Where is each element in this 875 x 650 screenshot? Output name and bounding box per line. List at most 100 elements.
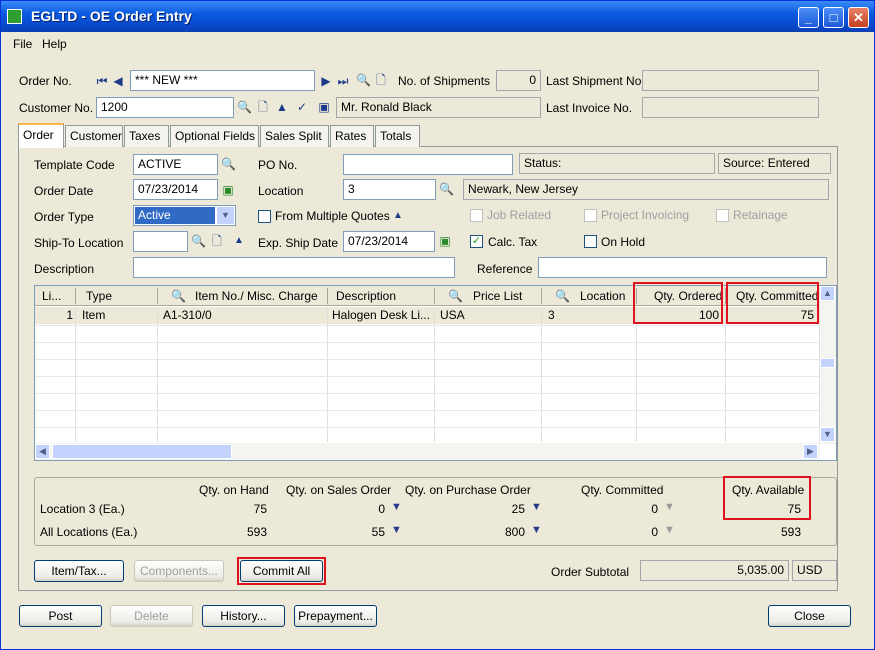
check-credit-icon[interactable]: ✓ (295, 100, 309, 114)
tab-totals[interactable]: Totals (375, 125, 420, 147)
job-related-label: Job Related (487, 208, 552, 222)
job-related-checkbox[interactable] (470, 209, 483, 222)
maximize-button[interactable]: □ (823, 7, 844, 28)
menu-help[interactable]: Help (42, 37, 67, 51)
col-location[interactable]: Location (580, 289, 625, 303)
hscroll-thumb[interactable] (52, 444, 232, 459)
customer-no-input[interactable]: 1200 (96, 97, 234, 118)
menu-bar: File Help (1, 33, 874, 55)
location-input[interactable]: 3 (343, 179, 436, 200)
calc-tax-checkbox[interactable]: ✓ (470, 235, 483, 248)
scroll-down-icon[interactable]: ▼ (820, 427, 835, 442)
scroll-right-icon[interactable]: ▶ (803, 444, 818, 459)
all-on-po: 800 (504, 525, 525, 539)
scroll-thumb[interactable] (820, 358, 835, 368)
customer-name: Mr. Ronald Black (336, 97, 541, 118)
col-line[interactable]: Li... (42, 289, 61, 303)
po-input[interactable] (343, 154, 513, 175)
delete-button[interactable]: Delete (110, 605, 193, 627)
cell-item: A1-310/0 (163, 308, 212, 322)
ship-to-search-icon[interactable]: 🔍 (191, 234, 206, 248)
tab-customer[interactable]: Customer (65, 125, 123, 147)
reference-input[interactable] (538, 257, 827, 278)
source-field: Source: Entered (718, 153, 831, 174)
first-record-icon[interactable]: ⏮ (95, 74, 109, 88)
description-input[interactable] (133, 257, 455, 278)
last-shipment-label: Last Shipment No. (546, 74, 645, 88)
next-record-icon[interactable]: ▶ (319, 74, 333, 88)
col-price-list[interactable]: Price List (473, 289, 522, 303)
highlight-qty-committed (726, 282, 819, 324)
ship-to-label: Ship-To Location (34, 236, 124, 250)
order-date-input[interactable]: 07/23/2014 (133, 179, 218, 200)
project-invoicing-checkbox[interactable] (584, 209, 597, 222)
expand-up-icon[interactable]: ▲ (391, 209, 405, 223)
drilldown-icon[interactable]: ▼ (391, 524, 402, 536)
menu-file[interactable]: File (13, 37, 32, 51)
all-locations-label: All Locations (Ea.) (40, 525, 138, 539)
customer-new-icon[interactable]: 🗋 (256, 100, 270, 114)
grid-horizontal-scrollbar[interactable]: ◀ ▶ (35, 443, 820, 460)
ship-to-zoom-icon[interactable]: ▲ (232, 234, 246, 248)
highlight-qty-available (723, 476, 811, 520)
on-hold-checkbox[interactable] (584, 235, 597, 248)
prepayment-button[interactable]: Prepayment... (294, 605, 377, 627)
template-search-icon[interactable]: 🔍 (221, 157, 236, 171)
post-button[interactable]: Post (19, 605, 102, 627)
col-price-search-icon[interactable]: 🔍 (448, 289, 463, 303)
col-item[interactable]: Item No./ Misc. Charge (195, 289, 318, 303)
chevron-down-icon[interactable]: ▼ (217, 207, 234, 224)
all-committed: 0 (651, 525, 658, 539)
tab-taxes[interactable]: Taxes (124, 125, 169, 147)
grid-vertical-scrollbar[interactable]: ▲ ▼ (819, 286, 836, 444)
order-type-select[interactable]: Active ▼ (133, 205, 236, 226)
drilldown-icon[interactable]: ▼ (531, 501, 542, 513)
last-record-icon[interactable]: ⏭ (336, 74, 350, 88)
minimize-button[interactable]: _ (798, 7, 819, 28)
history-button[interactable]: History... (202, 605, 285, 627)
currency-code: USD (792, 560, 837, 581)
search-icon[interactable]: 🔍 (356, 73, 371, 87)
close-window-button[interactable]: ✕ (848, 7, 869, 28)
col-description[interactable]: Description (336, 289, 396, 303)
zoom-up-icon[interactable]: ▲ (275, 100, 289, 114)
ship-to-new-icon[interactable]: 🗋 (210, 234, 224, 248)
drilldown-icon[interactable]: ▼ (664, 501, 675, 513)
exp-ship-calendar-icon[interactable]: ▣ (438, 234, 452, 248)
close-button[interactable]: Close (768, 605, 851, 627)
exp-ship-label: Exp. Ship Date (258, 236, 339, 250)
customer-search-icon[interactable]: 🔍 (237, 100, 252, 114)
tab-rates[interactable]: Rates (330, 125, 374, 147)
retainage-checkbox[interactable] (716, 209, 729, 222)
cell-type: Item (82, 308, 106, 322)
location-search-icon[interactable]: 🔍 (439, 182, 454, 196)
drilldown-icon[interactable]: ▼ (391, 501, 402, 513)
template-code-input[interactable]: ACTIVE (133, 154, 218, 175)
customer-info-icon[interactable]: ▣ (317, 100, 331, 114)
multiple-quotes-checkbox[interactable] (258, 210, 271, 223)
title-bar: EGLTD - OE Order Entry _ □ ✕ (1, 1, 874, 32)
drilldown-icon[interactable]: ▼ (664, 524, 675, 536)
col-item-search-icon[interactable]: 🔍 (171, 289, 186, 303)
exp-ship-input[interactable]: 07/23/2014 (343, 231, 435, 252)
new-document-icon[interactable]: 🗋 (374, 73, 388, 87)
drilldown-icon[interactable]: ▼ (531, 524, 542, 536)
col-type[interactable]: Type (86, 289, 112, 303)
order-subtotal-label: Order Subtotal (551, 565, 630, 579)
tab-sales-split[interactable]: Sales Split (260, 125, 329, 147)
previous-record-icon[interactable]: ◀ (111, 74, 125, 88)
item-tax-button[interactable]: Item/Tax... (34, 560, 124, 582)
template-code-label: Template Code (34, 158, 115, 172)
tab-order[interactable]: Order (18, 123, 64, 148)
location-description: Newark, New Jersey (463, 179, 829, 200)
scroll-up-icon[interactable]: ▲ (820, 286, 835, 301)
order-no-input[interactable]: *** NEW *** (130, 70, 315, 91)
scroll-left-icon[interactable]: ◀ (35, 444, 50, 459)
calendar-icon[interactable]: ▣ (221, 183, 235, 197)
ship-to-input[interactable] (133, 231, 188, 252)
col-location-search-icon[interactable]: 🔍 (555, 289, 570, 303)
components-button[interactable]: Components... (134, 560, 224, 582)
tab-optional-fields[interactable]: Optional Fields (170, 125, 259, 147)
shipments-value: 0 (496, 70, 541, 91)
loc-committed: 0 (651, 502, 658, 516)
